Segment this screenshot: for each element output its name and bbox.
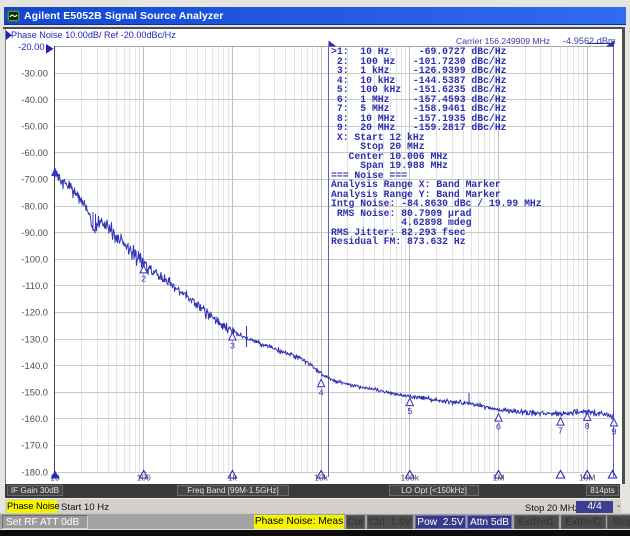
- svg-text:-170.0: -170.0: [21, 440, 48, 451]
- svg-text:-180.0: -180.0: [21, 466, 48, 477]
- svg-text:-70.00: -70.00: [21, 174, 48, 185]
- svg-text:6: 6: [496, 423, 501, 433]
- svg-text:-110.0: -110.0: [22, 280, 48, 291]
- svg-text:8: 8: [584, 422, 589, 432]
- svg-text:9: 9: [611, 428, 616, 438]
- svg-text:-60.00: -60.00: [21, 147, 48, 158]
- svg-text:-120.0: -120.0: [21, 307, 48, 318]
- svg-text:-130.0: -130.0: [21, 333, 48, 344]
- svg-text:4: 4: [318, 388, 323, 398]
- svg-text:2: 2: [141, 274, 146, 284]
- svg-text:-80.00: -80.00: [21, 200, 48, 211]
- svg-text:-150.0: -150.0: [21, 387, 48, 398]
- svg-text:-100.0: -100.0: [21, 254, 48, 265]
- svg-text:-30.00: -30.00: [21, 67, 48, 78]
- svg-text:-40.00: -40.00: [21, 94, 48, 105]
- svg-text:5: 5: [407, 407, 412, 417]
- svg-text:-50.00: -50.00: [21, 121, 48, 132]
- svg-text:7: 7: [558, 427, 563, 437]
- svg-text:-20.00: -20.00: [18, 42, 44, 52]
- svg-text:-140.0: -140.0: [21, 360, 48, 371]
- svg-text:-160.0: -160.0: [21, 413, 48, 424]
- svg-text:-90.00: -90.00: [21, 227, 48, 238]
- svg-text:3: 3: [230, 342, 235, 352]
